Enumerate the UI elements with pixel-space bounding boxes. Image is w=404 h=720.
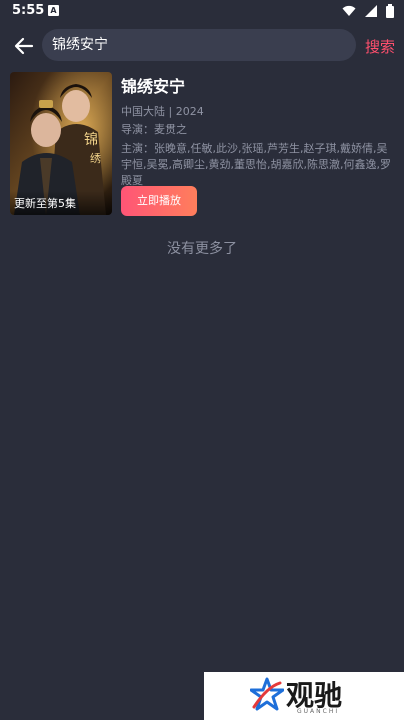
poster-image[interactable]: 锦 绣 更新至第5集 <box>10 72 112 215</box>
back-button[interactable] <box>12 34 36 58</box>
battery-icon <box>386 4 394 18</box>
watermark-logo: 观驰 GUANCHI <box>204 672 404 720</box>
arrow-left-icon <box>14 37 34 55</box>
episode-badge: 更新至第5集 <box>14 197 76 210</box>
result-director: 导演：麦贯之 <box>121 123 187 136</box>
result-cast: 主演：张晚意,任敏,此沙,张瑶,芦芳生,赵子琪,戴娇倩,吴宇恒,吴冕,高卿尘,黄… <box>121 142 391 187</box>
status-bar: 5:55 A <box>0 0 404 24</box>
search-header: 搜索 <box>0 28 404 64</box>
result-title[interactable]: 锦绣安宁 <box>121 73 391 97</box>
watermark-subtext: GUANCHI <box>297 708 340 715</box>
wifi-icon <box>342 5 356 16</box>
play-now-button[interactable]: 立即播放 <box>121 186 197 216</box>
search-input[interactable] <box>52 29 342 61</box>
search-box <box>42 29 356 61</box>
result-card[interactable]: 锦 绣 更新至第5集 锦绣安宁 中国大陆 | 2024 导演：麦贯之 主演：张晚… <box>10 72 394 218</box>
status-time: 5:55 <box>12 3 45 18</box>
svg-text:绣: 绣 <box>90 152 101 165</box>
search-button[interactable]: 搜索 <box>365 36 395 57</box>
result-region-year: 中国大陆 | 2024 <box>121 105 204 118</box>
signal-icon <box>364 5 377 17</box>
no-more-text: 没有更多了 <box>167 241 237 257</box>
result-info: 锦绣安宁 中国大陆 | 2024 导演：麦贯之 主演：张晚意,任敏,此沙,张瑶,… <box>121 72 391 189</box>
star-logo-icon <box>250 677 284 711</box>
notification-icon: A <box>48 5 59 16</box>
status-icons <box>338 4 394 20</box>
svg-text:锦: 锦 <box>84 131 98 148</box>
